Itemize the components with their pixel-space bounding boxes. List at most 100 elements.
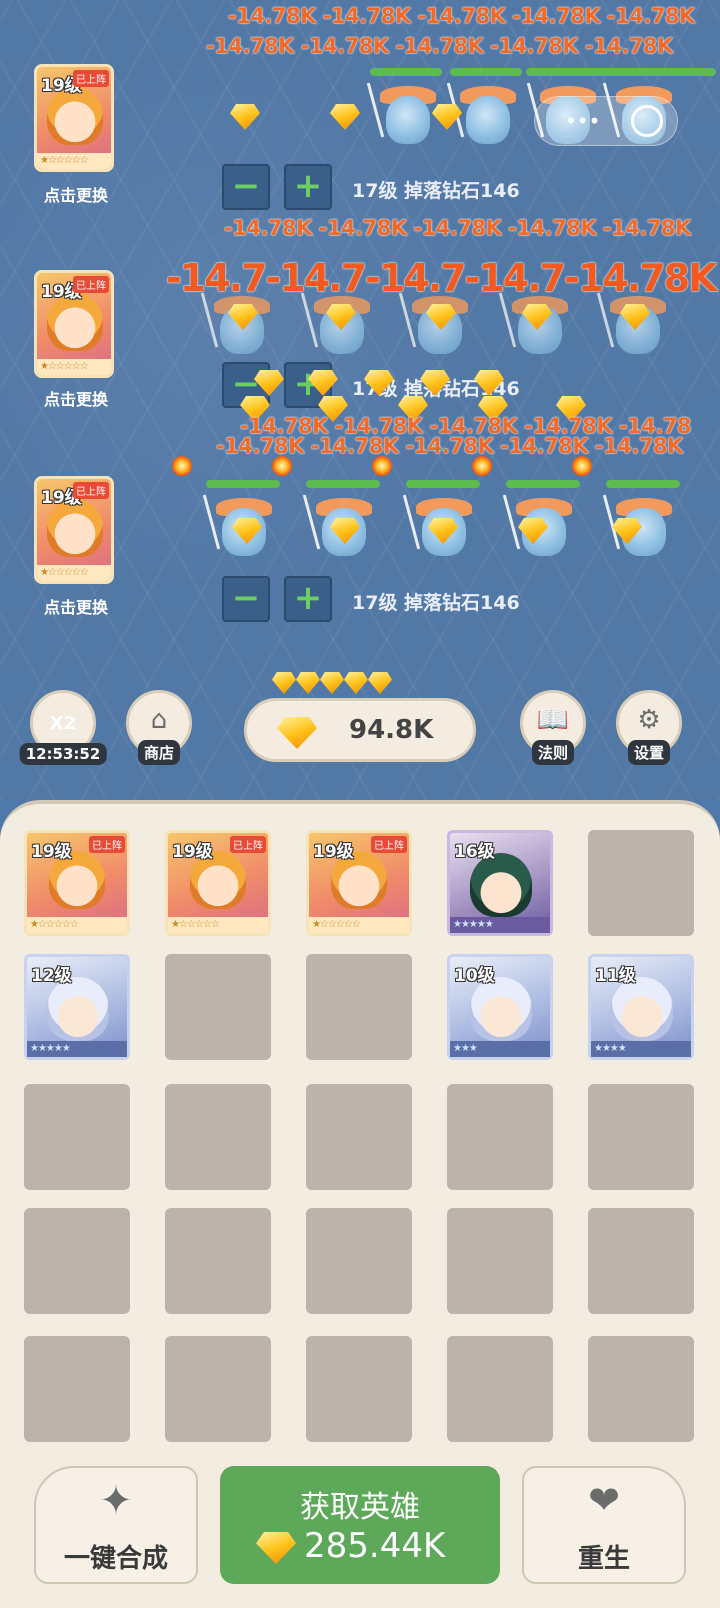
hero-level: 11级: [595, 966, 636, 986]
get-hero-button[interactable]: 获取英雄 285.44K: [220, 1466, 500, 1584]
inventory-slot-empty[interactable]: [588, 830, 694, 936]
deployed-tag: 已上阵: [73, 70, 109, 87]
hp-bar: [406, 480, 480, 488]
inventory-slot-empty[interactable]: [588, 1084, 694, 1190]
hero-stars: ★☆☆☆☆☆: [309, 917, 409, 933]
hero-level: 19级: [313, 842, 354, 862]
one-click-merge-button[interactable]: ✦ 一键合成: [34, 1466, 198, 1584]
hero-stars: ★★★: [450, 1041, 550, 1057]
inventory-slot-empty[interactable]: [306, 1208, 412, 1314]
monster: [366, 80, 442, 150]
hero-stars: ★★★★: [591, 1041, 691, 1057]
hero-portrait: [611, 977, 673, 1041]
shop-icon: ⌂: [150, 705, 168, 735]
book-icon: 📖: [536, 705, 570, 735]
diamond-stack-icon: [296, 672, 320, 694]
gear-icon: ⚙: [637, 705, 661, 735]
drop-info-label: 17级 掉落钻石146: [352, 592, 520, 614]
mini-program-capsule[interactable]: •••: [534, 96, 678, 146]
inventory-slot-empty[interactable]: [447, 1084, 553, 1190]
lane-3: 19级 已上阵 ★☆☆☆☆☆ 点击更换 − + 17级 掉落钻石146: [0, 400, 720, 622]
hero-portrait: [470, 853, 532, 917]
sparkle-icon: ✦: [99, 1478, 133, 1524]
merge-label: 一键合成: [63, 1544, 168, 1574]
hero-level: 10级: [454, 966, 495, 986]
lane-hero-card[interactable]: 19级 已上阵 ★☆☆☆☆☆: [34, 64, 114, 172]
inventory-slot-hero[interactable]: 16级 ★★★★★: [447, 830, 553, 936]
hero-level: 12级: [31, 966, 72, 986]
diamond-stack-icon: [368, 672, 392, 694]
inventory-slot-hero[interactable]: 10级 ★★★: [447, 954, 553, 1060]
inventory-slot-empty[interactable]: [165, 1336, 271, 1442]
diamond-icon: [256, 1532, 296, 1564]
deployed-tag: 已上阵: [89, 836, 125, 853]
diamond-balance: 94.8K: [244, 698, 476, 762]
settings-button[interactable]: ⚙ 设置: [616, 690, 682, 765]
level-down-button[interactable]: −: [222, 576, 270, 622]
hero-stars: ★★★★★: [27, 1041, 127, 1057]
boost-timer: 12:53:52: [19, 743, 107, 765]
change-hero-label[interactable]: 点击更换: [44, 594, 134, 618]
hp-bar: [526, 68, 716, 76]
inventory-slot-hero[interactable]: 12级 ★★★★★: [24, 954, 130, 1060]
inventory-slot-empty[interactable]: [306, 1336, 412, 1442]
lane-hero-card[interactable]: 19级 已上阵 ★☆☆☆☆☆: [34, 270, 114, 378]
diamond-stack-icon: [320, 672, 344, 694]
hero-portrait: [47, 977, 109, 1041]
inventory-slot-hero[interactable]: 11级 ★★★★: [588, 954, 694, 1060]
close-capsule-icon[interactable]: [631, 105, 663, 137]
inventory-slot-empty[interactable]: [165, 1084, 271, 1190]
hands-heart-icon: ❤: [588, 1478, 620, 1522]
hero-stars: ★☆☆☆☆☆: [37, 153, 111, 169]
inventory-slot-empty[interactable]: [24, 1208, 130, 1314]
level-up-button[interactable]: +: [284, 576, 332, 622]
deployed-tag: 已上阵: [371, 836, 407, 853]
hero-stars: ★☆☆☆☆☆: [27, 917, 127, 933]
rules-button[interactable]: 📖 法则: [520, 690, 586, 765]
inventory-slot-empty[interactable]: [24, 1084, 130, 1190]
inventory-slot-hero[interactable]: 19级 已上阵 ★☆☆☆☆☆: [165, 830, 271, 936]
inventory-slot-empty[interactable]: [306, 1084, 412, 1190]
monster: [446, 80, 522, 150]
hp-bar: [306, 480, 380, 488]
double-speed-button[interactable]: X2 12:53:52: [19, 690, 107, 765]
inventory-slot-empty[interactable]: [588, 1336, 694, 1442]
diamond-stack-icon: [272, 672, 296, 694]
inventory-slot-empty[interactable]: [24, 1336, 130, 1442]
inventory-slot-empty[interactable]: [306, 954, 412, 1060]
inventory-slot-empty[interactable]: [588, 1208, 694, 1314]
inventory-slot-empty[interactable]: [447, 1336, 553, 1442]
deployed-tag: 已上阵: [73, 276, 109, 293]
hp-bar: [606, 480, 680, 488]
hp-bar: [506, 480, 580, 488]
diamond-balance-value: 94.8K: [349, 715, 434, 745]
battlefield: -14.78K -14.78K -14.78K -14.78K -14.78K …: [0, 0, 720, 800]
rebirth-button[interactable]: ❤ 重生: [522, 1466, 686, 1584]
lane-hero-card[interactable]: 19级 已上阵 ★☆☆☆☆☆: [34, 476, 114, 584]
shop-label: 商店: [137, 740, 181, 765]
inventory-slot-hero[interactable]: 19级 已上阵 ★☆☆☆☆☆: [306, 830, 412, 936]
shop-button[interactable]: ⌂ 商店: [126, 690, 192, 765]
inventory-slot-empty[interactable]: [165, 1208, 271, 1314]
hero-level: 19级: [172, 842, 213, 862]
diamond-icon: [277, 717, 317, 749]
hero-level: 16级: [454, 842, 495, 862]
inventory-slot-hero[interactable]: 19级 已上阵 ★☆☆☆☆☆: [24, 830, 130, 936]
drop-info-label: 17级 掉落钻石146: [352, 180, 520, 202]
more-icon[interactable]: •••: [565, 109, 600, 133]
hero-stars: ★★★★★: [450, 917, 550, 933]
hp-bar: [450, 68, 522, 76]
get-hero-cost: 285.44K: [304, 1526, 446, 1566]
inventory-slot-empty[interactable]: [165, 954, 271, 1060]
hp-bar: [370, 68, 442, 76]
lane-2: 19级 已上阵 ★☆☆☆☆☆ 点击更换 − + 17级 掉落钻石146: [0, 200, 720, 422]
deployed-tag: 已上阵: [230, 836, 266, 853]
rebirth-label: 重生: [577, 1544, 630, 1574]
inventory-slot-empty[interactable]: [447, 1208, 553, 1314]
rules-label: 法则: [531, 740, 575, 765]
get-hero-label: 获取英雄: [300, 1490, 420, 1525]
settings-label: 设置: [627, 740, 671, 765]
hero-stars: ★☆☆☆☆☆: [37, 359, 111, 375]
hero-stars: ★☆☆☆☆☆: [37, 565, 111, 581]
lane-1: 19级 已上阵 ★☆☆☆☆☆ 点击更换 ••• − + 17级 掉落钻石146: [0, 0, 720, 210]
